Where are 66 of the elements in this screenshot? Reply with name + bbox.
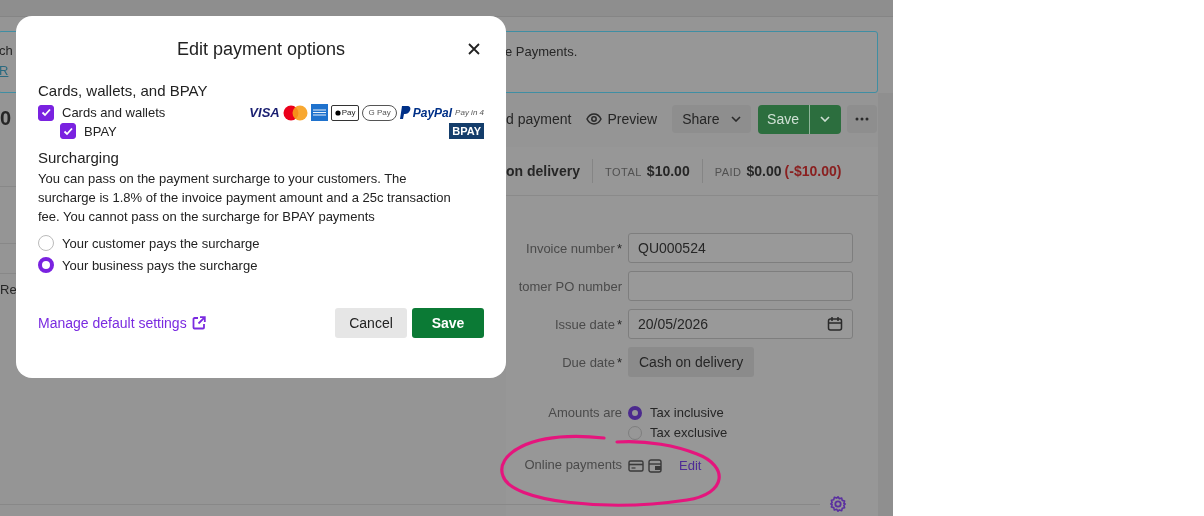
banner-text: e Payments. xyxy=(505,43,578,61)
apple-pay-logo: Pay xyxy=(330,104,360,121)
dialog-title: Edit payment options xyxy=(176,38,346,60)
sidebar-text: Re xyxy=(0,282,17,297)
more-button[interactable] xyxy=(846,105,877,133)
due-summary: on delivery xyxy=(506,163,580,179)
paid-label: PAID xyxy=(714,166,742,178)
external-link-icon xyxy=(191,316,206,330)
checkbox-label: Cards and wallets xyxy=(62,105,166,120)
settings-icon[interactable] xyxy=(829,495,847,513)
more-icon xyxy=(854,117,869,121)
field-label: Due date xyxy=(562,354,615,370)
bpay-logo: BPAY xyxy=(449,123,484,139)
check-icon xyxy=(39,106,53,119)
field-label: Invoice number xyxy=(526,240,615,256)
save-button[interactable]: Save xyxy=(412,308,484,338)
checkbox[interactable] xyxy=(38,104,54,121)
balance-amount: (-$10.00) xyxy=(784,163,842,179)
checkbox-label: BPAY xyxy=(84,123,117,139)
pay-in-four-text: Pay in 4 xyxy=(455,108,484,117)
section-heading: Surcharging xyxy=(38,149,120,166)
required-mark: * xyxy=(616,354,622,370)
total-amount: $10.00 xyxy=(646,163,690,179)
save-menu-button[interactable] xyxy=(808,104,841,134)
credit-card-icon xyxy=(628,458,644,473)
chevron-down-icon xyxy=(730,116,741,122)
radio-label: Tax exclusive xyxy=(650,425,728,440)
required-mark: * xyxy=(616,240,622,256)
paypal-logo: PayPal xyxy=(399,105,453,120)
cancel-button[interactable]: Cancel xyxy=(335,308,407,338)
radio-label: Tax inclusive xyxy=(650,405,724,420)
paid-amount: $0.00 xyxy=(746,163,782,179)
mastercard-logo xyxy=(282,104,308,121)
visa-logo: VISA xyxy=(249,105,280,120)
action-button[interactable]: Preview xyxy=(586,111,658,127)
radio-label: Your business pays the surcharge xyxy=(62,257,258,273)
radio-label: Your customer pays the surcharge xyxy=(62,235,260,251)
checkbox[interactable] xyxy=(60,123,76,139)
radio-button[interactable] xyxy=(38,257,54,273)
settings-link[interactable]: Manage default settings xyxy=(38,315,206,331)
calendar-icon[interactable] xyxy=(827,316,843,332)
save-button[interactable]: Save xyxy=(757,104,809,134)
field-label: tomer PO number xyxy=(518,278,622,294)
text-field[interactable] xyxy=(628,271,853,301)
amex-logo xyxy=(310,104,328,121)
banner-text: ch xyxy=(0,43,13,58)
date-field[interactable]: 20/05/2026 xyxy=(628,309,853,339)
eye-icon xyxy=(586,112,603,126)
field-label: Issue date xyxy=(554,316,615,332)
total-label: TOTAL xyxy=(604,166,642,178)
wallet-icon xyxy=(648,458,662,473)
field-label: Amounts are xyxy=(548,405,622,420)
paypal-icon xyxy=(399,106,411,119)
required-mark: * xyxy=(616,316,622,332)
action-button[interactable]: d payment xyxy=(506,111,572,127)
page-title: 0 xyxy=(0,107,12,130)
edit-link[interactable]: Edit xyxy=(679,458,702,473)
description-text: You can pass on the payment surcharge to your customers. The surcharge is 1.8% of the invoice payment amount and a 25c transaction fee. You cannot pass on the surcharge for BPAY payments xyxy=(38,170,452,226)
share-button[interactable]: Share xyxy=(672,105,751,133)
text-field[interactable]: QU000524 xyxy=(628,233,853,263)
close-icon[interactable] xyxy=(468,43,480,55)
field-label: Online payments xyxy=(524,457,622,472)
section-heading: Cards, wallets, and BPAY xyxy=(38,82,209,99)
radio-button[interactable] xyxy=(628,405,642,420)
chevron-down-icon xyxy=(820,116,831,122)
due-date-button[interactable]: Cash on delivery xyxy=(628,347,755,377)
